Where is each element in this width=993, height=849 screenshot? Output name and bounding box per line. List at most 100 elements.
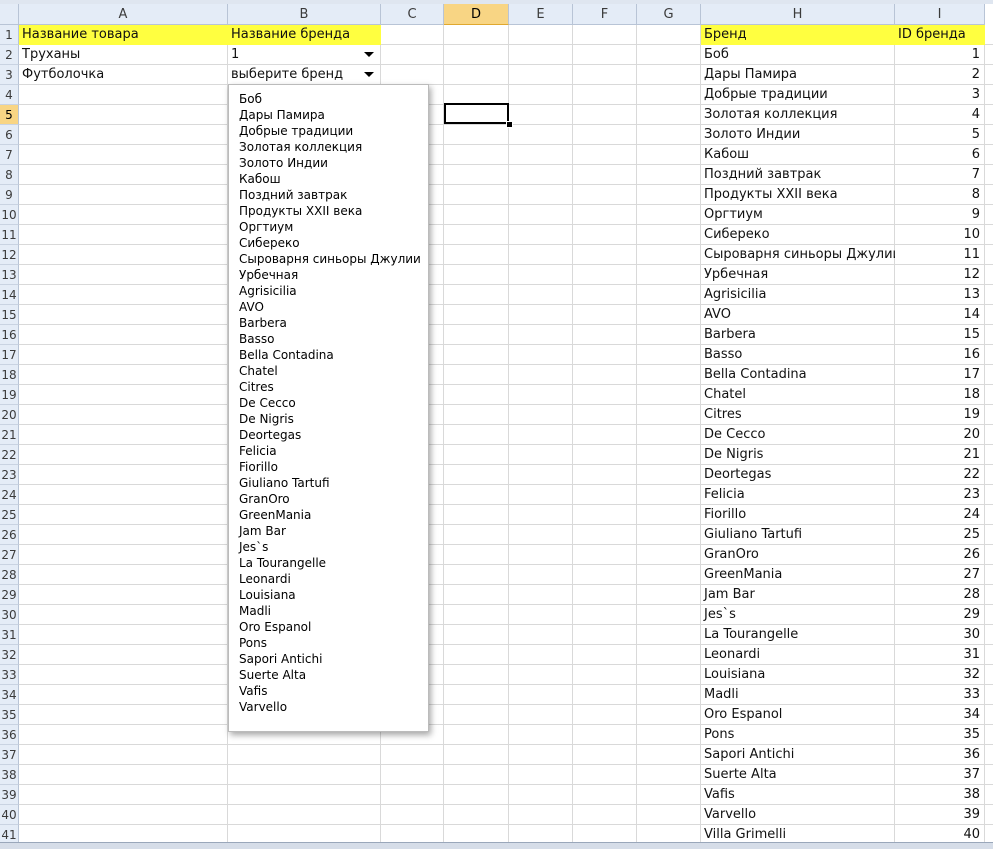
brand-list-cell[interactable]: Chatel (701, 385, 895, 405)
dropdown-option[interactable]: Citres (229, 379, 428, 395)
brand-list-cell[interactable]: Barbera (701, 325, 895, 345)
brand-id-cell[interactable]: 27 (895, 565, 985, 585)
brand-id-cell[interactable]: 23 (895, 485, 985, 505)
header-brand[interactable]: Бренд (701, 25, 895, 45)
row-header-29[interactable]: 29 (0, 585, 19, 605)
row-header-6[interactable]: 6 (0, 125, 19, 145)
brand-id-cell[interactable]: 30 (895, 625, 985, 645)
dropdown-option[interactable]: Varvello (229, 699, 428, 715)
dropdown-option[interactable]: Jam Bar (229, 523, 428, 539)
brand-list-cell[interactable]: Madli (701, 685, 895, 705)
header-product-name[interactable]: Название товара (19, 25, 228, 45)
row-header-22[interactable]: 22 (0, 445, 19, 465)
brand-list-cell[interactable]: Agrisicilia (701, 285, 895, 305)
brand-list-cell[interactable]: Боб (701, 45, 895, 65)
row-header-1[interactable]: 1 (0, 25, 19, 45)
brand-list-cell[interactable]: Fiorillo (701, 505, 895, 525)
row-header-27[interactable]: 27 (0, 545, 19, 565)
brand-list-cell[interactable]: Varvello (701, 805, 895, 825)
brand-list-cell[interactable]: De Cecco (701, 425, 895, 445)
dropdown-option[interactable]: Pons (229, 635, 428, 651)
brand-id-cell[interactable]: 38 (895, 785, 985, 805)
brand-list-cell[interactable]: Citres (701, 405, 895, 425)
row-header-30[interactable]: 30 (0, 605, 19, 625)
row-header-12[interactable]: 12 (0, 245, 19, 265)
brand-id-cell[interactable]: 17 (895, 365, 985, 385)
row-header-13[interactable]: 13 (0, 265, 19, 285)
row-header-28[interactable]: 28 (0, 565, 19, 585)
brand-list-cell[interactable]: GreenMania (701, 565, 895, 585)
dropdown-option[interactable]: Madli (229, 603, 428, 619)
row-header-25[interactable]: 25 (0, 505, 19, 525)
dropdown-option[interactable]: Добрые традиции (229, 123, 428, 139)
row-header-11[interactable]: 11 (0, 225, 19, 245)
dropdown-option[interactable]: Sapori Antichi (229, 651, 428, 667)
brand-list-cell[interactable]: Giuliano Tartufi (701, 525, 895, 545)
row-header-16[interactable]: 16 (0, 325, 19, 345)
dropdown-option[interactable]: Deortegas (229, 427, 428, 443)
row-header-38[interactable]: 38 (0, 765, 19, 785)
brand-id-cell[interactable]: 16 (895, 345, 985, 365)
dropdown-option[interactable]: Золотая коллекция (229, 139, 428, 155)
dropdown-option[interactable]: Chatel (229, 363, 428, 379)
dropdown-option[interactable]: Золото Индии (229, 155, 428, 171)
dropdown-option[interactable]: AVO (229, 299, 428, 315)
brand-list-cell[interactable]: Золото Индии (701, 125, 895, 145)
row-header-8[interactable]: 8 (0, 165, 19, 185)
dropdown-option[interactable]: Урбечная (229, 267, 428, 283)
brand-list-cell[interactable]: Продукты XXII века (701, 185, 895, 205)
dropdown-arrow-icon[interactable] (364, 52, 374, 57)
brand-id-cell[interactable]: 35 (895, 725, 985, 745)
brand-list-cell[interactable]: Deortegas (701, 465, 895, 485)
brand-list-cell[interactable]: Добрые традиции (701, 85, 895, 105)
brand-id-cell[interactable]: 2 (895, 65, 985, 85)
brand-id-cell[interactable]: 26 (895, 545, 985, 565)
brand-id-cell[interactable]: 4 (895, 105, 985, 125)
column-header-g[interactable]: G (637, 4, 701, 25)
brand-list-cell[interactable]: Jam Bar (701, 585, 895, 605)
brand-id-cell[interactable]: 15 (895, 325, 985, 345)
row-header-7[interactable]: 7 (0, 145, 19, 165)
dropdown-option[interactable]: Giuliano Tartufi (229, 475, 428, 491)
column-header-b[interactable]: B (228, 4, 381, 25)
dropdown-option[interactable]: Oro Espanol (229, 619, 428, 635)
header-brand-name[interactable]: Название бренда (228, 25, 381, 45)
dropdown-option[interactable]: De Nigris (229, 411, 428, 427)
brand-id-cell[interactable]: 21 (895, 445, 985, 465)
select-all-corner[interactable] (0, 4, 19, 25)
dropdown-option[interactable]: Fiorillo (229, 459, 428, 475)
row-header-41[interactable]: 41 (0, 825, 19, 842)
dropdown-option[interactable]: Кабош (229, 171, 428, 187)
brand-id-cell[interactable]: 19 (895, 405, 985, 425)
column-header-h[interactable]: H (701, 4, 895, 25)
brand-id-cell[interactable]: 3 (895, 85, 985, 105)
dropdown-option[interactable]: Felicia (229, 443, 428, 459)
brand-list-cell[interactable]: Поздний завтрак (701, 165, 895, 185)
brand-id-cell[interactable]: 36 (895, 745, 985, 765)
row-header-33[interactable]: 33 (0, 665, 19, 685)
row-header-18[interactable]: 18 (0, 365, 19, 385)
brand-dropdown-list[interactable]: Боб Дары Памира Добрые традиции Золотая кол… (228, 84, 429, 732)
brand-list-cell[interactable]: Sapori Antichi (701, 745, 895, 765)
brand-list-cell[interactable]: Felicia (701, 485, 895, 505)
brand-list-cell[interactable]: Pons (701, 725, 895, 745)
dropdown-option[interactable]: Suerte Alta (229, 667, 428, 683)
column-header-i[interactable]: I (895, 4, 985, 25)
column-header-d[interactable]: D (444, 4, 509, 25)
brand-id-cell[interactable]: 1 (895, 45, 985, 65)
dropdown-option[interactable]: Bella Contadina (229, 347, 428, 363)
brand-id-cell[interactable]: 24 (895, 505, 985, 525)
column-header-a[interactable]: A (19, 4, 228, 25)
brand-id-cell[interactable]: 34 (895, 705, 985, 725)
dropdown-option[interactable]: La Tourangelle (229, 555, 428, 571)
row-header-9[interactable]: 9 (0, 185, 19, 205)
row-header-10[interactable]: 10 (0, 205, 19, 225)
brand-id-cell[interactable]: 9 (895, 205, 985, 225)
dropdown-option[interactable]: Боб (229, 91, 428, 107)
dropdown-option[interactable]: Сыроварня синьоры Джулии (229, 251, 428, 267)
dropdown-option[interactable]: Оргтиум (229, 219, 428, 235)
row-header-2[interactable]: 2 (0, 45, 19, 65)
row-header-39[interactable]: 39 (0, 785, 19, 805)
brand-id-cell[interactable]: 28 (895, 585, 985, 605)
brand-list-cell[interactable]: GranOro (701, 545, 895, 565)
